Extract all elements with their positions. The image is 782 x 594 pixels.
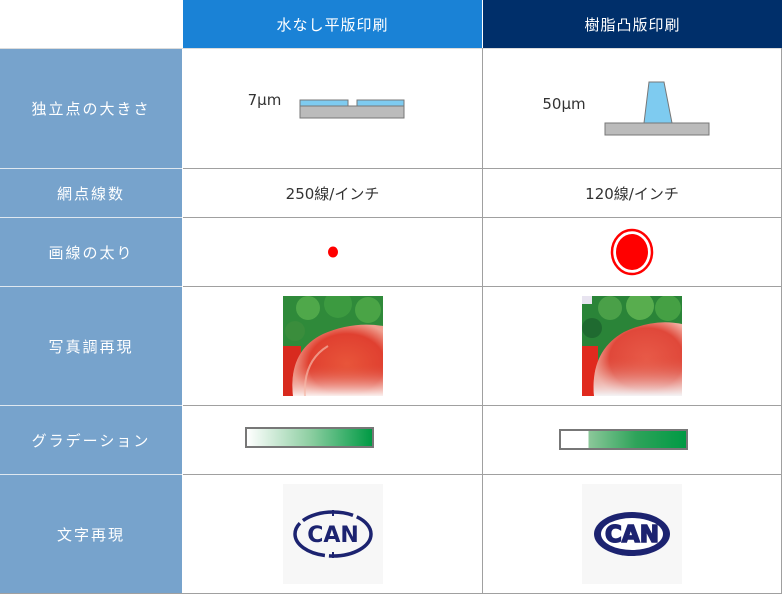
cell-screen-ruling-offset: 250線/インチ (183, 169, 482, 217)
row-label-dot-size: 独立点の大きさ (0, 49, 182, 168)
row-label-gradation: グラデーション (0, 406, 182, 474)
dot-size-value: 7μm (247, 90, 282, 109)
smooth-gradient-bar (244, 426, 374, 448)
can-logo-fine: CAN (282, 484, 383, 584)
cell-text-letterpress: CAN (483, 475, 781, 593)
can-logo-text: CAN (605, 522, 659, 548)
row-label-screen-ruling: 網点線数 (0, 169, 182, 217)
cell-dot-size-offset: 7μm (183, 49, 482, 168)
cell-dot-gain-letterpress (483, 218, 781, 286)
label-divider (0, 168, 182, 169)
cell-dot-gain-offset (183, 218, 482, 286)
row-label-dot-gain: 画線の太り (0, 218, 182, 286)
cell-screen-ruling-letterpress: 120線/インチ (483, 169, 781, 217)
comparison-table: 水なし平版印刷 樹脂凸版印刷 独立点の大きさ 7μm 50μm 網点線数 250… (0, 0, 782, 594)
row-label-text-reproduction: 文字再現 (0, 475, 182, 593)
cell-text-offset: CAN (183, 475, 482, 593)
dot-size-value: 50μm (542, 94, 586, 113)
label-divider (0, 474, 182, 475)
photo-sample-coarse (582, 296, 682, 396)
label-divider (0, 405, 182, 406)
cell-photo-letterpress (483, 287, 781, 405)
cell-gradation-letterpress (483, 406, 781, 474)
stepped-gradient-bar (559, 428, 688, 450)
row-label-photo-reproduction: 写真調再現 (0, 287, 182, 405)
relief-plate-cross-section-icon (604, 81, 710, 135)
large-red-dot-icon (610, 228, 654, 276)
can-logo-coarse: CAN (582, 484, 682, 584)
can-logo-text: CAN (307, 523, 359, 548)
header-waterless-offset: 水なし平版印刷 (183, 0, 482, 48)
cell-photo-offset (183, 287, 482, 405)
small-red-dot-icon (327, 246, 338, 258)
photo-sample-fine (282, 296, 383, 396)
cell-dot-size-letterpress: 50μm (483, 49, 781, 168)
header-resin-letterpress: 樹脂凸版印刷 (483, 0, 782, 48)
column-divider (482, 48, 483, 594)
plate-cross-section-icon (299, 99, 405, 118)
cell-gradation-offset (183, 406, 482, 474)
label-divider (0, 217, 182, 218)
label-divider (0, 286, 182, 287)
